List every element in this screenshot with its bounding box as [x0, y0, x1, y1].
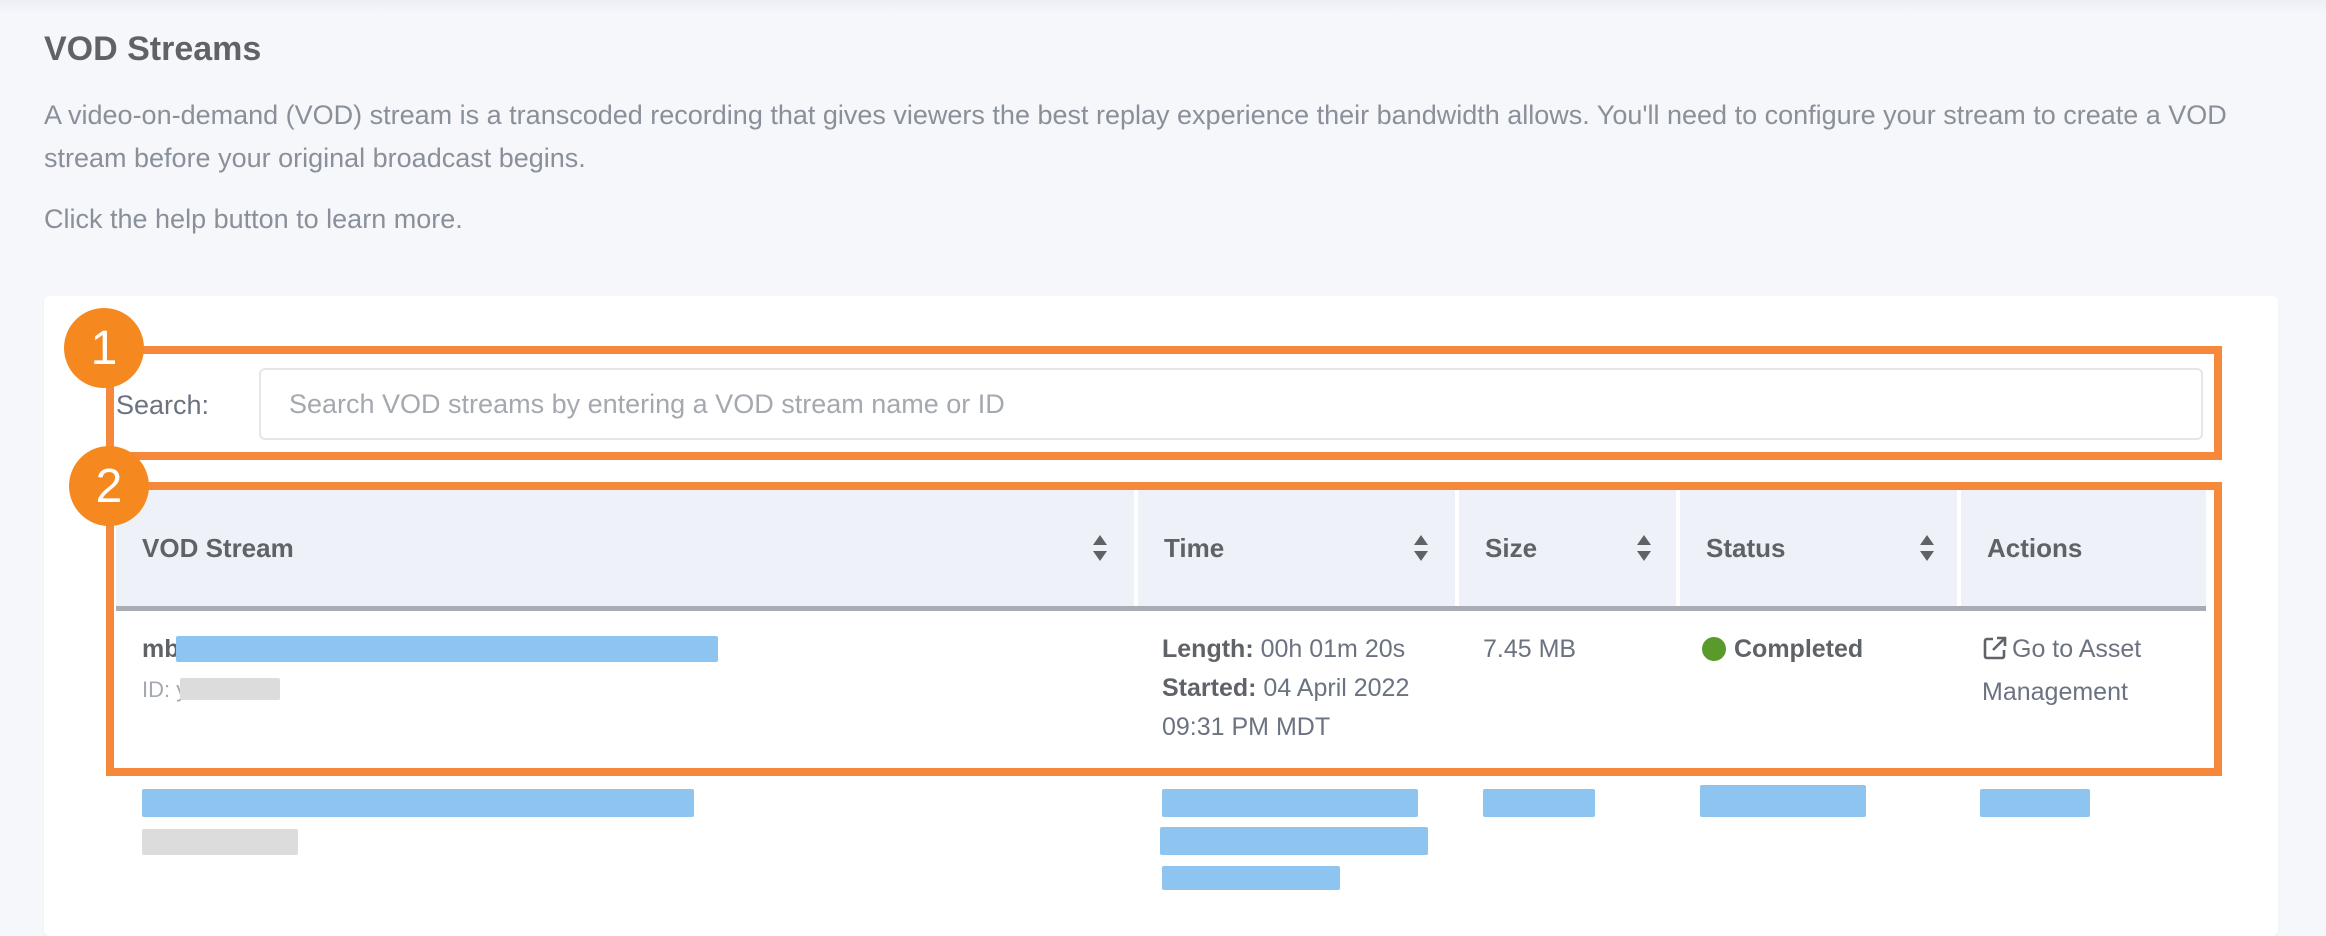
redacted-stream-id — [180, 678, 280, 700]
status-dot-icon — [1702, 637, 1726, 661]
status-badge: Completed — [1702, 630, 1863, 669]
callout-badge-2: 2 — [69, 446, 149, 526]
column-header-label: VOD Stream — [142, 532, 294, 563]
redacted-time-length — [1162, 789, 1418, 817]
search-label: Search: — [116, 390, 210, 420]
sort-icon[interactable] — [1920, 535, 1934, 561]
external-link-icon[interactable] — [1982, 634, 2008, 673]
sort-icon[interactable] — [1414, 535, 1428, 561]
help-text: Click the help button to learn more. — [44, 204, 463, 234]
column-header-actions: Actions — [1961, 490, 2206, 606]
column-header-label: Actions — [1987, 532, 2083, 563]
column-header-label: Time — [1164, 532, 1225, 563]
started-label: Started: — [1162, 674, 1257, 702]
callout-badge-1: 1 — [64, 308, 144, 388]
time-started: Started: 04 April 2022 — [1162, 669, 1409, 708]
sort-icon[interactable] — [1637, 535, 1651, 561]
size-value: 7.45 MB — [1483, 635, 1577, 663]
sort-icon[interactable] — [1093, 535, 1107, 561]
redacted-stream-id — [142, 829, 298, 855]
column-header-time[interactable]: Time — [1138, 490, 1456, 606]
search-input[interactable] — [259, 368, 2203, 440]
column-header-label: Size — [1485, 532, 1538, 563]
table-header: VOD Stream Time Size Status Actions — [116, 490, 2206, 611]
redacted-size — [1483, 789, 1595, 817]
length-label: Length: — [1162, 635, 1254, 663]
page-title: VOD Streams — [44, 30, 262, 68]
column-header-status[interactable]: Status — [1680, 490, 1958, 606]
column-header-vod-stream[interactable]: VOD Stream — [116, 490, 1136, 606]
redacted-action — [1980, 789, 2090, 817]
redacted-time-started — [1160, 827, 1428, 855]
redacted-time-started-time — [1162, 866, 1340, 890]
top-shadow — [0, 0, 2326, 14]
time-length: Length: 00h 01m 20s — [1162, 630, 1405, 669]
length-value: 00h 01m 20s — [1260, 635, 1406, 663]
column-header-label: Status — [1706, 532, 1786, 563]
action-label-line2[interactable]: Management — [1982, 678, 2128, 706]
redacted-stream-name — [176, 636, 718, 662]
redacted-status — [1700, 785, 1866, 817]
column-header-size[interactable]: Size — [1459, 490, 1677, 606]
redacted-stream-name — [142, 789, 694, 817]
go-to-asset-management-link[interactable]: Go to Asset Management — [1982, 630, 2182, 712]
page-description: A video-on-demand (VOD) stream is a tran… — [44, 100, 2227, 173]
action-label-line1[interactable]: Go to Asset — [2012, 635, 2141, 663]
status-label: Completed — [1734, 635, 1864, 663]
vod-stream-name[interactable]: mb — [142, 630, 180, 669]
time-started-time: 09:31 PM MDT — [1162, 713, 1331, 741]
started-value: 04 April 2022 — [1263, 674, 1410, 702]
